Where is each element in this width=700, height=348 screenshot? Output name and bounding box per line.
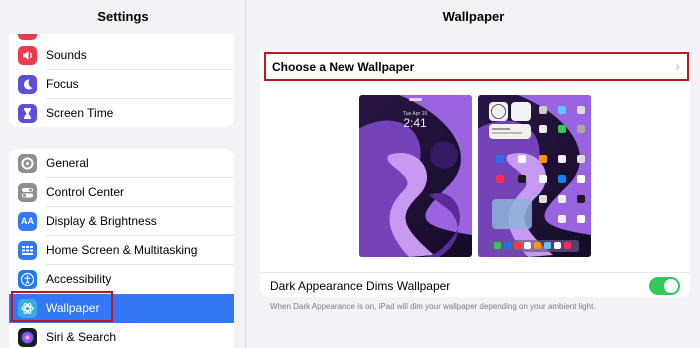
moon-icon <box>18 75 37 94</box>
dark-appearance-toggle[interactable] <box>649 277 680 295</box>
grid-icon <box>18 241 37 260</box>
wallpaper-card <box>260 51 690 297</box>
sidebar-item-control-center[interactable]: Control Center <box>9 178 234 207</box>
sidebar-item-screen-time[interactable]: Screen Time <box>9 99 234 127</box>
sidebar-item-label: Screen Time <box>46 106 114 120</box>
page-title: Wallpaper <box>442 9 505 24</box>
dark-appearance-row: Dark Appearance Dims Wallpaper <box>260 272 690 297</box>
chevron-right-icon: › <box>675 58 680 74</box>
sidebar-item-siri-search[interactable]: Siri & Search <box>9 323 234 348</box>
lock-time: 2:41 <box>403 116 427 130</box>
speaker-icon <box>18 46 37 65</box>
toggle-knob <box>664 279 678 293</box>
sidebar-item-label: Control Center <box>46 185 125 199</box>
text-size-icon: AA <box>18 212 37 231</box>
gear-icon <box>18 154 37 173</box>
sidebar-item-label: Sounds <box>46 48 87 62</box>
sidebar-item-label: Display & Brightness <box>46 214 157 228</box>
notifications-icon <box>18 34 37 40</box>
sidebar-item-home-screen[interactable]: Home Screen & Multitasking <box>9 236 234 265</box>
wallpaper-highlight-annotation <box>11 291 113 322</box>
sidebar-item-label: Home Screen & Multitasking <box>46 243 198 257</box>
home-screen-preview[interactable] <box>478 95 591 257</box>
accessibility-icon <box>18 270 37 289</box>
sidebar-item-sounds[interactable]: Sounds <box>9 41 234 70</box>
siri-icon <box>18 328 37 347</box>
dark-appearance-footnote: When Dark Appearance is on, iPad will di… <box>270 302 596 311</box>
sidebar-item-display-brightness[interactable]: AA Display & Brightness <box>9 207 234 236</box>
sidebar-item-label: Focus <box>46 77 79 91</box>
wallpaper-pane: Wallpaper Choose a New Wallpaper › Tue A… <box>247 0 700 348</box>
sidebar-item-general[interactable]: General <box>9 149 234 178</box>
sidebar-group-1: Sounds Focus Screen Time <box>9 34 234 127</box>
choose-new-wallpaper-row[interactable]: Choose a New Wallpaper › <box>264 52 689 81</box>
hourglass-icon <box>18 104 37 123</box>
sidebar-item-accessibility[interactable]: Accessibility <box>9 265 234 294</box>
sidebar-item-label: Accessibility <box>46 272 112 286</box>
sidebar-item-label: General <box>46 156 89 170</box>
choose-new-wallpaper-label: Choose a New Wallpaper <box>272 60 415 74</box>
toggles-icon <box>18 183 37 202</box>
settings-sidebar: Settings Sounds Focus Screen Time Genera… <box>0 0 246 348</box>
sidebar-title: Settings <box>97 9 149 24</box>
dark-appearance-label: Dark Appearance Dims Wallpaper <box>270 279 451 293</box>
lock-screen-preview[interactable]: Tue Apr 19 2:41 <box>359 95 472 257</box>
sidebar-item-focus[interactable]: Focus <box>9 70 234 99</box>
sidebar-item-label: Siri & Search <box>46 330 117 344</box>
